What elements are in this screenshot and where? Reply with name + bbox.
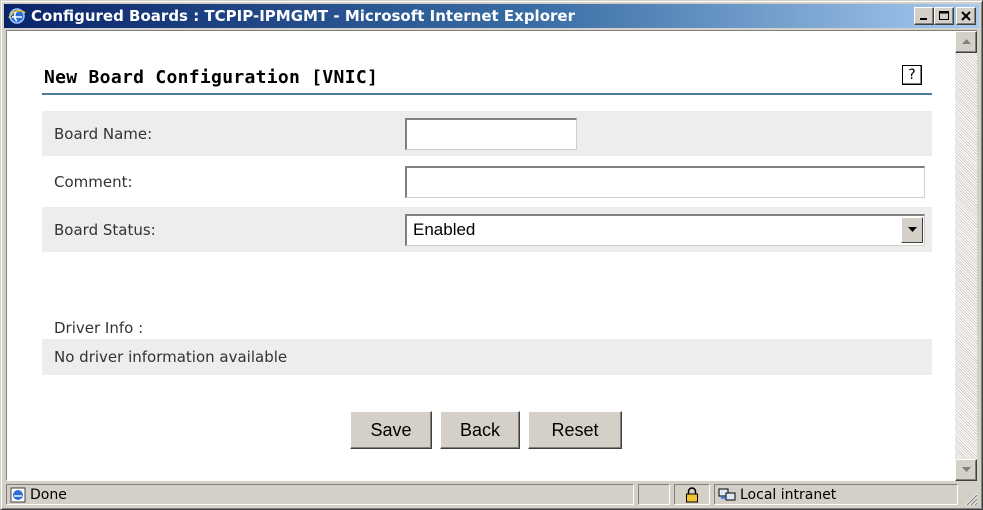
close-button[interactable] — [956, 7, 976, 25]
save-button-label: Save — [370, 419, 412, 440]
status-bar: Done Local intranet — [4, 482, 979, 507]
browser-content-area: New Board Configuration [VNIC] ? Board N… — [6, 30, 977, 481]
board-status-label: Board Status: — [54, 220, 156, 239]
board-status-select[interactable]: Enabled — [405, 213, 925, 246]
arrow-down-icon — [961, 467, 971, 472]
back-button[interactable]: Back — [440, 411, 520, 449]
driver-info-row: No driver information available — [42, 339, 932, 375]
status-pane-main: Done — [6, 484, 634, 505]
scroll-down-button[interactable] — [955, 459, 977, 481]
board-name-input[interactable] — [405, 117, 577, 150]
board-name-label: Board Name: — [54, 124, 153, 143]
vertical-scrollbar[interactable] — [955, 31, 977, 481]
reset-button[interactable]: Reset — [528, 411, 622, 449]
reset-button-label: Reset — [551, 419, 599, 440]
browser-window: Configured Boards : TCPIP-IPMGMT - Micro… — [0, 0, 983, 510]
page-title: New Board Configuration [VNIC] — [44, 67, 379, 88]
status-text: Done — [30, 486, 67, 503]
lock-icon — [685, 486, 699, 503]
window-controls — [914, 7, 976, 25]
zone-text: Local intranet — [740, 486, 837, 503]
comment-row: Comment: — [42, 159, 932, 204]
driver-info-text: No driver information available — [54, 348, 288, 366]
ie-logo-icon — [8, 7, 26, 25]
board-name-row: Board Name: — [42, 111, 932, 156]
help-icon-label: ? — [908, 67, 916, 83]
comment-input[interactable] — [405, 165, 925, 198]
help-icon[interactable]: ? — [902, 65, 922, 85]
scroll-up-button[interactable] — [955, 31, 977, 53]
dropdown-arrow-icon[interactable] — [901, 216, 923, 243]
board-status-value: Enabled — [413, 220, 476, 239]
window-title: Configured Boards : TCPIP-IPMGMT - Micro… — [31, 7, 575, 25]
status-pane-security — [674, 484, 710, 505]
page-done-icon — [10, 487, 26, 503]
save-button[interactable]: Save — [350, 411, 432, 449]
back-button-label: Back — [459, 419, 501, 440]
page-content: New Board Configuration [VNIC] ? Board N… — [7, 31, 955, 481]
arrow-up-icon — [961, 39, 971, 44]
maximize-button[interactable] — [934, 7, 954, 25]
status-pane-zone: Local intranet — [714, 484, 958, 505]
resize-grip-icon[interactable] — [962, 490, 978, 506]
minimize-button[interactable] — [914, 7, 934, 25]
title-bar[interactable]: Configured Boards : TCPIP-IPMGMT - Micro… — [4, 4, 979, 28]
page-header: New Board Configuration [VNIC] ? — [42, 61, 932, 95]
comment-label: Comment: — [54, 172, 133, 191]
board-status-row: Board Status: Enabled — [42, 207, 932, 252]
status-pane-progress — [638, 484, 670, 505]
driver-info-label: Driver Info : — [54, 319, 144, 337]
local-intranet-icon — [718, 487, 736, 503]
